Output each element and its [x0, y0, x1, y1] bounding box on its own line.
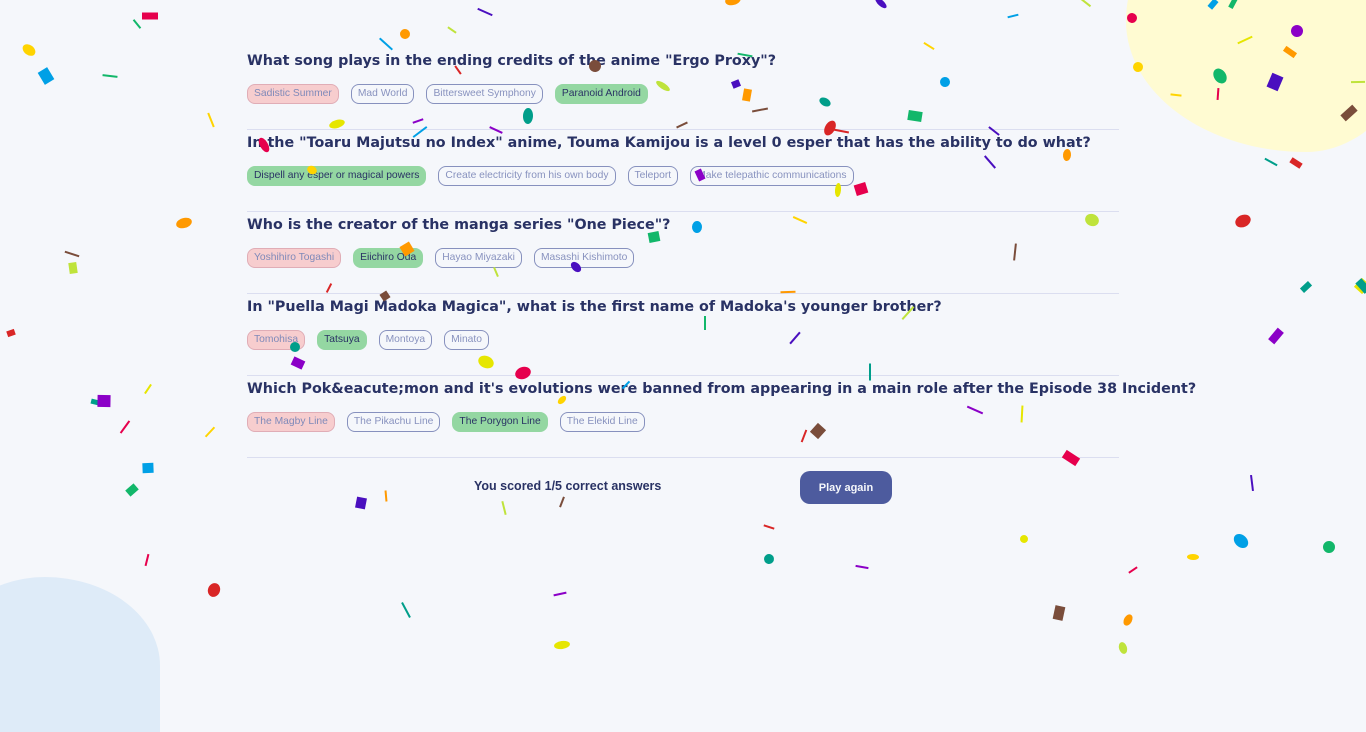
confetti-piece: [1250, 474, 1254, 492]
question-text: In the "Toaru Majutsu no Index" anime, T…: [247, 135, 1091, 151]
question-item: Who is the creator of the manga series "…: [247, 212, 1119, 294]
answer-option[interactable]: Masashi Kishimoto: [533, 248, 635, 268]
confetti-piece: [125, 483, 139, 497]
answer-list: Yoshihiro Togashi Eiichiro Oda Hayao Miy…: [247, 248, 1119, 268]
answer-list: Dispell any esper or magical powers Crea…: [247, 166, 1119, 186]
answer-list: The Magby Line The Pikachu Line The Pory…: [247, 412, 1119, 432]
answer-option[interactable]: Hayao Miyazaki: [435, 248, 522, 268]
confetti-piece: [1123, 614, 1133, 626]
answer-option[interactable]: Yoshihiro Togashi: [247, 248, 342, 268]
confetti-piece: [204, 426, 216, 438]
confetti-piece: [207, 112, 215, 128]
confetti-piece: [1118, 642, 1128, 654]
confetti-piece: [875, 0, 887, 9]
answer-option[interactable]: Make telepathic communications: [690, 166, 854, 186]
confetti-piece: [176, 217, 192, 229]
answer-option[interactable]: Paranoid Android: [554, 84, 648, 104]
decorative-blob-top-right: [1126, 0, 1366, 152]
decorative-blob-bottom-left: [0, 577, 160, 732]
answer-option[interactable]: Tatsuya: [317, 330, 367, 350]
score-text: You scored 1/5 correct answers: [474, 479, 662, 493]
confetti-piece: [553, 591, 567, 597]
answer-option[interactable]: Bittersweet Symphony: [426, 84, 543, 104]
confetti-piece: [477, 7, 493, 17]
confetti-piece: [763, 524, 775, 530]
answer-option[interactable]: The Elekid Line: [559, 412, 645, 432]
answer-option[interactable]: Mad World: [350, 84, 415, 104]
answer-option[interactable]: Eiichiro Oda: [353, 248, 424, 268]
confetti-piece: [119, 420, 131, 434]
confetti-piece: [400, 29, 410, 39]
confetti-piece: [64, 250, 80, 258]
answer-option[interactable]: Minato: [444, 330, 489, 350]
answer-option[interactable]: Tomohisa: [247, 330, 306, 350]
confetti-piece: [144, 383, 152, 395]
confetti-piece: [1353, 277, 1366, 295]
quiz-list: What song plays in the ending credits of…: [247, 48, 1197, 458]
confetti-piece: [401, 602, 411, 618]
confetti-piece: [1052, 605, 1066, 621]
confetti-piece: [764, 554, 774, 564]
answer-list: Tomohisa Tatsuya Montoya Minato: [247, 330, 1119, 350]
confetti-piece: [1289, 157, 1303, 169]
confetti-piece: [6, 328, 16, 338]
result-footer: You scored 1/5 correct answers Play agai…: [474, 471, 894, 505]
confetti-piece: [144, 553, 150, 567]
confetti-piece: [725, 0, 741, 6]
confetti-piece: [355, 496, 367, 510]
confetti-piece: [1355, 278, 1366, 294]
confetti-piece: [1187, 553, 1199, 561]
confetti-piece: [554, 640, 570, 650]
confetti-piece: [207, 583, 221, 597]
confetti-piece: [384, 490, 388, 502]
confetti-piece: [1323, 541, 1335, 553]
answer-option[interactable]: Create electricity from his own body: [438, 166, 616, 186]
answer-list: Sadistic Summer Mad World Bittersweet Sy…: [247, 84, 1119, 104]
answer-option[interactable]: Dispell any esper or magical powers: [247, 166, 427, 186]
question-item: In the "Toaru Majutsu no Index" anime, T…: [247, 130, 1119, 212]
answer-option[interactable]: The Porygon Line: [452, 412, 548, 432]
answer-option[interactable]: Sadistic Summer: [247, 84, 339, 104]
confetti-piece: [1078, 0, 1092, 8]
confetti-piece: [1299, 281, 1313, 293]
question-text: Which Pok&eacute;mon and it's evolutions…: [247, 381, 1197, 397]
answer-option[interactable]: The Pikachu Line: [346, 412, 441, 432]
answer-option[interactable]: The Magby Line: [247, 412, 335, 432]
play-again-button[interactable]: Play again: [800, 471, 892, 504]
confetti-piece: [68, 261, 78, 275]
confetti-piece: [1007, 13, 1019, 19]
question-text: Who is the creator of the manga series "…: [247, 217, 671, 233]
confetti-piece: [97, 394, 111, 408]
confetti-piece: [1264, 157, 1278, 167]
confetti-piece: [22, 44, 36, 56]
confetti-piece: [1268, 327, 1284, 345]
confetti-piece: [1233, 534, 1249, 548]
question-item: What song plays in the ending credits of…: [247, 48, 1119, 130]
confetti-piece: [855, 564, 869, 570]
confetti-piece: [447, 26, 457, 34]
confetti-piece: [37, 67, 55, 85]
question-text: What song plays in the ending credits of…: [247, 53, 777, 69]
confetti-piece: [102, 74, 118, 78]
confetti-piece: [1128, 566, 1138, 574]
question-text: In "Puella Magi Madoka Magica", what is …: [247, 299, 942, 315]
question-item: Which Pok&eacute;mon and it's evolutions…: [247, 376, 1197, 458]
answer-option[interactable]: Teleport: [627, 166, 679, 186]
confetti-piece: [1019, 535, 1028, 543]
confetti-piece: [132, 19, 142, 29]
confetti-piece: [1235, 214, 1251, 228]
confetti-piece: [142, 462, 154, 474]
answer-option[interactable]: Montoya: [378, 330, 433, 350]
question-item: In "Puella Magi Madoka Magica", what is …: [247, 294, 1119, 376]
confetti-piece: [90, 398, 100, 406]
confetti-piece: [142, 12, 158, 20]
